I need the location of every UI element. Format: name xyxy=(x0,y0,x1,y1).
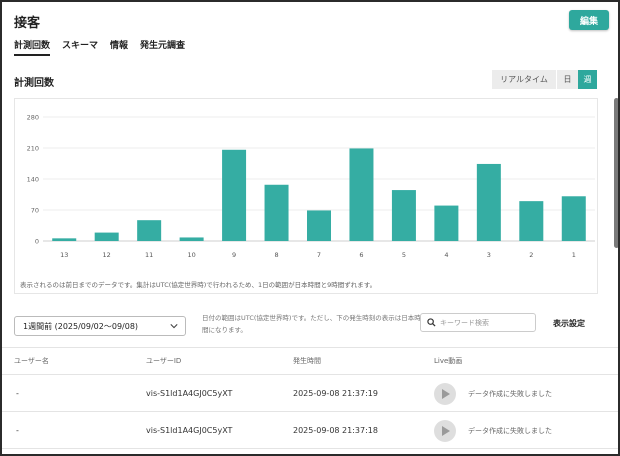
chart-bar[interactable] xyxy=(476,163,501,241)
bar-chart: 0 70 140 210 280 13 12 11 10 9 8 7 6 5 4 3 2 1 xyxy=(27,114,595,259)
tab-info[interactable]: 情報 xyxy=(110,38,128,56)
cell-status: データ作成に失敗しました xyxy=(468,427,552,435)
cell-time: 2025-09-08 21:37:19 xyxy=(293,389,378,398)
x-tick-label: 3 xyxy=(487,251,491,259)
range-toggle: リアルタイム 日 週 xyxy=(492,70,597,89)
play-icon[interactable] xyxy=(434,420,456,442)
y-tick-label: 0 xyxy=(35,238,39,246)
x-tick-label: 5 xyxy=(402,251,406,259)
tab-schema[interactable]: スキーマ xyxy=(62,38,98,56)
search-field[interactable] xyxy=(420,313,536,332)
range-note: 日付の範囲はUTC(協定世界時)です。ただし、下の発生時刻の表示は日本時間になり… xyxy=(202,314,421,334)
chart-bar[interactable] xyxy=(137,220,162,241)
x-tick-label: 11 xyxy=(145,251,153,259)
cell-user-id: vis-S1ld1A4GJ0C5yXT xyxy=(146,389,233,398)
range-realtime-button[interactable]: リアルタイム xyxy=(492,70,556,89)
cell-user-name: - xyxy=(16,426,19,435)
column-header-time: 発生時間 xyxy=(293,357,321,365)
chart-bar[interactable] xyxy=(264,184,289,241)
chart-bar[interactable] xyxy=(307,210,331,241)
chart-bar[interactable] xyxy=(434,205,459,241)
chart-bar[interactable] xyxy=(349,148,374,241)
x-tick-label: 4 xyxy=(444,251,448,259)
x-tick-label: 10 xyxy=(187,251,195,259)
cell-user-id: vis-S1ld1A4GJ0C5yXT xyxy=(146,426,233,435)
x-tick-label: 6 xyxy=(359,251,363,259)
chart-bar[interactable] xyxy=(391,190,416,241)
table-row: - vis-S1ld1A4GJ0C5yXT 2025-09-08 21:37:1… xyxy=(2,412,618,448)
tab-source-investigation[interactable]: 発生元調査 xyxy=(140,38,185,56)
edit-button[interactable]: 編集 xyxy=(569,10,609,30)
x-tick-label: 8 xyxy=(274,251,278,259)
chevron-down-icon xyxy=(170,324,178,329)
column-header-user-name: ユーザー名 xyxy=(14,357,49,365)
chart-bar[interactable] xyxy=(222,149,247,241)
section-title: 計測回数 xyxy=(14,78,54,89)
period-select-value: 1週間前 (2025/09/02〜09/08) xyxy=(23,321,139,331)
divider xyxy=(2,347,618,348)
search-icon xyxy=(427,318,436,327)
chart-bar[interactable] xyxy=(52,238,77,241)
chart-bar[interactable] xyxy=(179,237,204,241)
range-week-button[interactable]: 週 xyxy=(578,70,597,89)
period-select[interactable]: 1週間前 (2025/09/02〜09/08) xyxy=(14,316,186,336)
column-header-user-id: ユーザーID xyxy=(146,357,182,365)
cell-time: 2025-09-08 21:37:18 xyxy=(293,426,378,435)
chart-bar[interactable] xyxy=(519,201,544,241)
page-title: 接客 xyxy=(14,16,41,31)
cell-user-name: - xyxy=(16,389,19,398)
range-day-button[interactable]: 日 xyxy=(556,70,578,89)
scrollbar[interactable] xyxy=(614,98,618,248)
cell-status: データ作成に失敗しました xyxy=(468,390,552,398)
chart-bar[interactable] xyxy=(561,196,586,241)
chart-bar[interactable] xyxy=(94,232,119,241)
app-frame: 接客 編集 計測回数 スキーマ 情報 発生元調査 計測回数 リアルタイム 日 週… xyxy=(0,0,620,456)
divider xyxy=(2,448,618,449)
y-tick-label: 70 xyxy=(31,207,39,215)
search-input[interactable] xyxy=(440,318,532,327)
x-tick-label: 9 xyxy=(232,251,236,259)
chart-note: 表示されるのは前日までのデータです。集計はUTC(協定世界時)で行われるため、1… xyxy=(20,281,377,289)
x-tick-label: 13 xyxy=(60,251,68,259)
chart-card: 0 70 140 210 280 13 12 11 10 9 8 7 6 5 4 3 2 1 xyxy=(14,98,598,294)
play-icon[interactable] xyxy=(434,383,456,405)
x-tick-label: 2 xyxy=(529,251,533,259)
y-tick-label: 280 xyxy=(27,114,39,122)
x-tick-label: 7 xyxy=(317,251,321,259)
tab-measure-count[interactable]: 計測回数 xyxy=(14,38,51,56)
y-tick-label: 140 xyxy=(27,176,39,184)
x-tick-label: 1 xyxy=(572,251,576,259)
tab-bar: 計測回数 スキーマ 情報 発生元調査 xyxy=(14,38,185,56)
table-row: - vis-S1ld1A4GJ0C5yXT 2025-09-08 21:37:1… xyxy=(2,375,618,411)
x-tick-label: 12 xyxy=(103,251,111,259)
display-settings-button[interactable]: 表示設定 xyxy=(553,318,585,329)
column-header-live: Live動画 xyxy=(434,357,463,365)
y-tick-label: 210 xyxy=(27,145,39,153)
